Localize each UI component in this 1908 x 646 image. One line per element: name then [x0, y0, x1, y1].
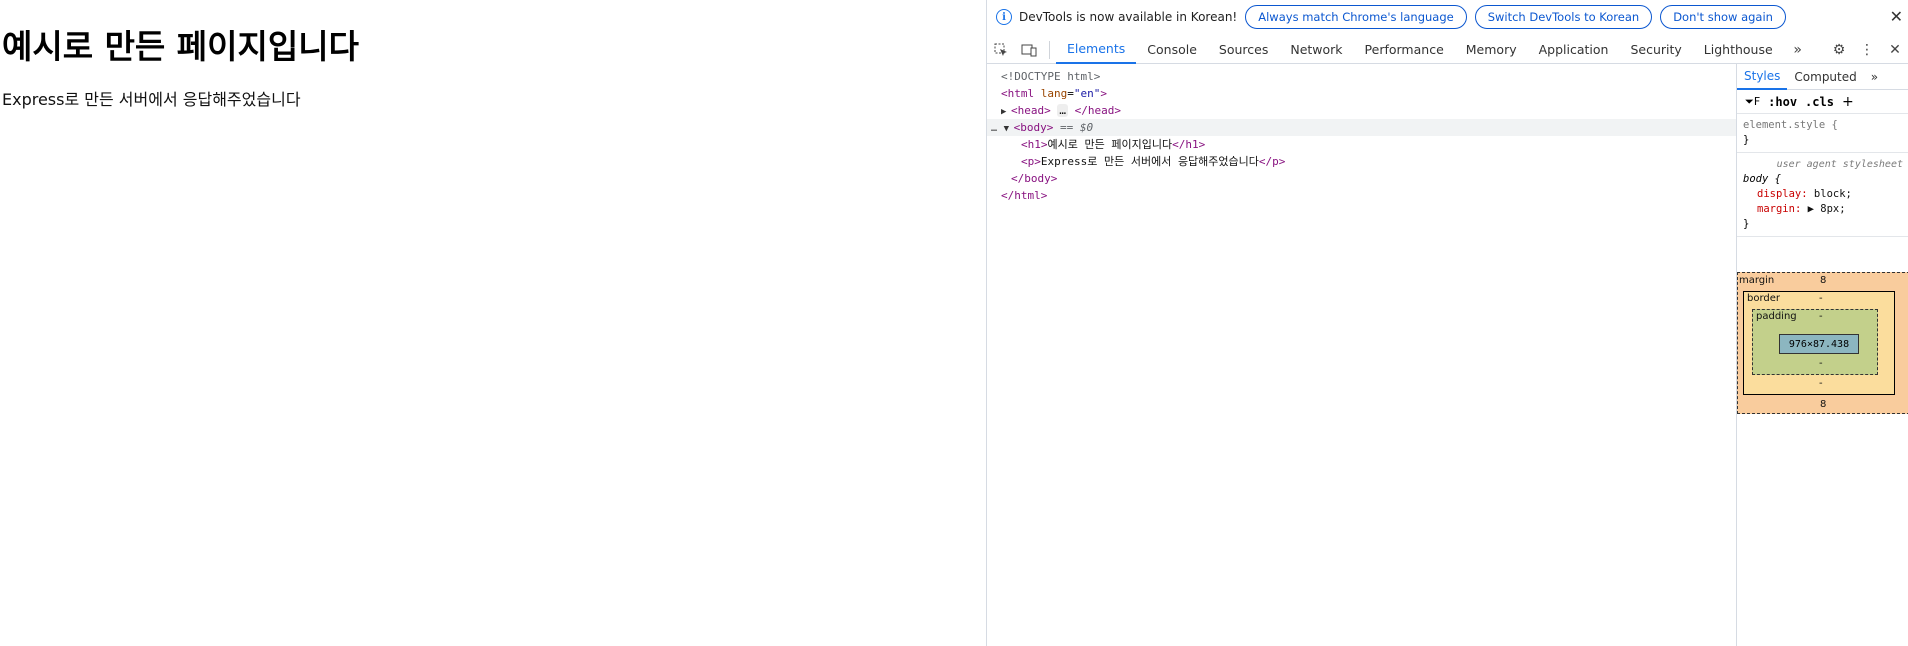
dom-line-body-close[interactable]: </body> [987, 170, 1736, 187]
padding-bottom-value: - [1819, 358, 1823, 369]
inspect-element-icon[interactable] [987, 36, 1015, 64]
dom-tree: <!DOCTYPE html> <html lang="en"> ▶ <head>… [987, 64, 1736, 646]
switch-korean-button[interactable]: Switch DevTools to Korean [1474, 5, 1653, 29]
tab-application[interactable]: Application [1528, 36, 1620, 64]
collapse-triangle-icon[interactable]: ▼ [1004, 121, 1014, 138]
val-margin: 8px; [1820, 203, 1846, 215]
settings-gear-icon[interactable]: ⚙ [1825, 36, 1853, 64]
html-tag: <html [1001, 87, 1035, 100]
h1-close-tag: </h1> [1172, 138, 1206, 151]
dom-line-h1[interactable]: <h1>예시로 만든 페이지입니다</h1> [987, 136, 1736, 153]
styles-subtabs: Styles Computed » [1737, 64, 1908, 90]
tab-performance[interactable]: Performance [1354, 36, 1455, 64]
dom-line-body[interactable]: … ▼ <body> == $0 [987, 119, 1736, 136]
devtools-panel: i DevTools is now available in Korean! A… [986, 0, 1908, 646]
body-selector: body { [1743, 173, 1781, 185]
padding-top-value: - [1819, 311, 1823, 322]
val-display: block; [1813, 188, 1852, 200]
tab-separator [1049, 40, 1050, 59]
border-top-value: - [1819, 293, 1823, 304]
box-model-diagram: margin 8 border - padding - 976×87.438 -… [1737, 272, 1908, 414]
add-rule-icon[interactable]: + [1842, 94, 1854, 110]
hov-toggle[interactable]: :hov [1768, 95, 1797, 109]
margin-expand-icon[interactable]: ▶ [1808, 203, 1814, 215]
kebab-menu-icon[interactable]: ⋮ [1853, 36, 1881, 64]
tab-sources[interactable]: Sources [1208, 36, 1279, 64]
tab-computed[interactable]: Computed [1787, 64, 1863, 90]
row-options-icon[interactable]: … [991, 123, 997, 134]
tab-network[interactable]: Network [1279, 36, 1353, 64]
styles-pane: Styles Computed » ⏷F :hov .cls + element… [1736, 64, 1908, 646]
p-close-tag: </p> [1258, 155, 1286, 168]
match-language-button[interactable]: Always match Chrome's language [1245, 5, 1467, 29]
h1-tag: <h1> [1021, 138, 1048, 151]
body-rule-close: } [1743, 218, 1750, 230]
more-tabs-icon[interactable]: » [1784, 36, 1812, 64]
html-tag-close-gt: > [1100, 87, 1107, 100]
cls-toggle[interactable]: .cls [1805, 95, 1834, 109]
lang-attr: lang [1040, 87, 1068, 100]
prop-margin: margin [1757, 203, 1795, 215]
page-viewport: 예시로 만든 페이지입니다 Express로 만든 서버에서 응답해주었습니다 [0, 0, 986, 646]
element-style-close: } [1743, 134, 1750, 146]
body-tag: <body> [1013, 121, 1054, 134]
body-close-tag: </body> [1011, 172, 1058, 185]
more-subtabs-icon[interactable]: » [1864, 64, 1885, 90]
filter-placeholder: F [1753, 94, 1761, 108]
element-style-rule[interactable]: element.style { } [1737, 114, 1908, 153]
head-tag: <head> [1011, 104, 1051, 117]
margin-top-value: 8 [1820, 275, 1827, 286]
tab-console[interactable]: Console [1136, 36, 1208, 64]
close-icon[interactable]: ✕ [1890, 7, 1903, 26]
tab-security[interactable]: Security [1619, 36, 1692, 64]
tab-elements[interactable]: Elements [1056, 36, 1137, 64]
html-close-tag: </html> [1001, 189, 1048, 202]
head-ellipsis[interactable]: … [1057, 104, 1068, 117]
margin-label: margin [1739, 275, 1775, 286]
dom-line-html-close[interactable]: </html> [987, 187, 1736, 204]
selected-marker: == $0 [1060, 121, 1094, 134]
device-toolbar-icon[interactable] [1015, 36, 1043, 64]
box-content[interactable]: 976×87.438 [1779, 334, 1859, 354]
styles-filter-bar: ⏷F :hov .cls + [1737, 90, 1908, 114]
page-heading: 예시로 만든 페이지입니다 [2, 27, 359, 66]
border-bottom-value: - [1819, 378, 1823, 389]
language-infobar: i DevTools is now available in Korean! A… [987, 0, 1908, 34]
tab-styles[interactable]: Styles [1737, 64, 1788, 90]
element-style-selector: element.style { [1743, 119, 1838, 131]
padding-label: padding [1756, 311, 1797, 322]
margin-bottom-value: 8 [1820, 399, 1827, 410]
devtools-tabbar: Elements Console Sources Network Perform… [987, 36, 1908, 64]
head-close-tag: </head> [1074, 104, 1121, 117]
dont-show-again-button[interactable]: Don't show again [1660, 5, 1786, 29]
dom-line-html[interactable]: <html lang="en"> [987, 85, 1736, 102]
filter-icon[interactable]: ⏷F [1745, 95, 1760, 109]
dom-line-doctype[interactable]: <!DOCTYPE html> [987, 68, 1736, 85]
h1-text: 예시로 만든 페이지입니다 [1047, 138, 1173, 151]
body-ua-rule[interactable]: user agent stylesheet body { display: bl… [1737, 153, 1908, 237]
border-label: border [1747, 293, 1781, 304]
doctype-text: <!DOCTYPE html> [1001, 70, 1101, 83]
ua-stylesheet-label: user agent stylesheet [1776, 159, 1903, 170]
p-tag: <p> [1021, 155, 1041, 168]
lang-value: "en" [1073, 87, 1101, 100]
page-paragraph: Express로 만든 서버에서 응답해주었습니다 [2, 90, 301, 109]
p-text: Express로 만든 서버에서 응답해주었습니다 [1040, 155, 1259, 168]
dom-line-p[interactable]: <p>Express로 만든 서버에서 응답해주었습니다</p> [987, 153, 1736, 170]
close-devtools-icon[interactable]: ✕ [1881, 36, 1908, 64]
info-icon: i [996, 9, 1012, 25]
infobar-message: DevTools is now available in Korean! [1019, 10, 1238, 24]
prop-display: display [1757, 188, 1802, 200]
tab-memory[interactable]: Memory [1455, 36, 1528, 64]
tab-lighthouse[interactable]: Lighthouse [1693, 36, 1784, 64]
dom-line-head[interactable]: ▶ <head> … </head> [987, 102, 1736, 119]
